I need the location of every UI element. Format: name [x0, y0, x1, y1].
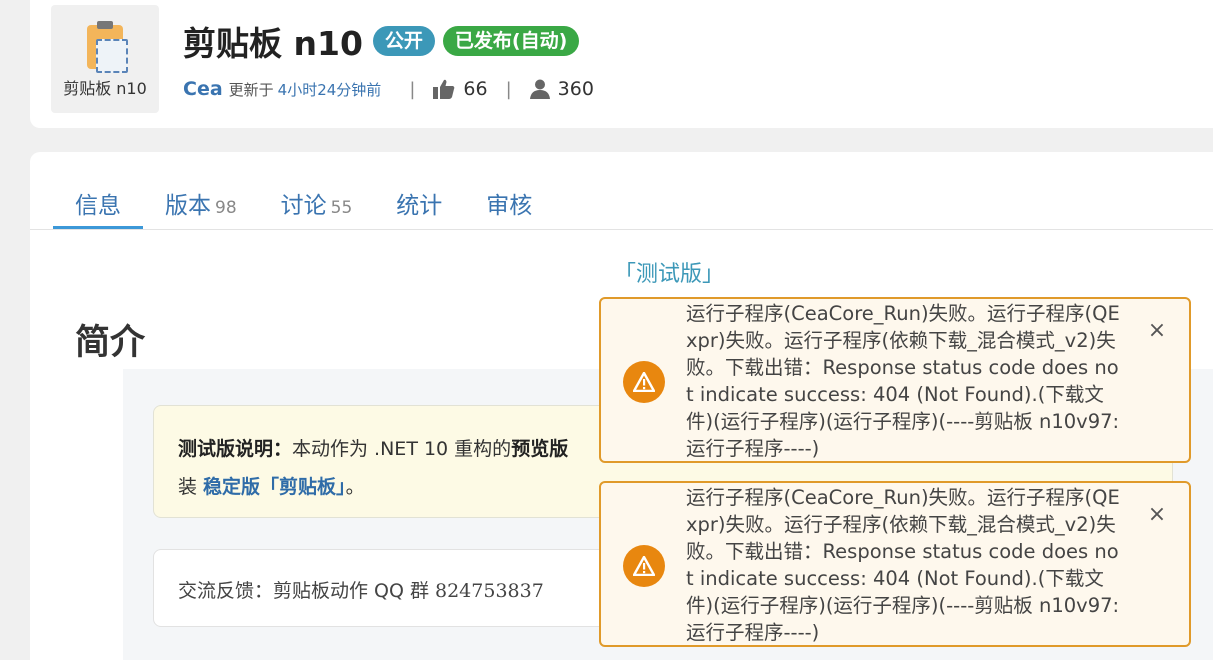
- public-badge: 公开: [372, 26, 435, 56]
- title-row: 剪贴板 n10 公开 已发布(自动): [183, 18, 587, 64]
- meta-row: Cea 更新于 4小时24分钟前 | 66 | 360: [183, 74, 594, 104]
- beta-note-label: 测试版说明：: [178, 438, 293, 460]
- tab-review[interactable]: 审核: [464, 178, 554, 229]
- page-title: 剪贴板 n10: [183, 24, 363, 63]
- section-title: 简介: [75, 323, 146, 363]
- qq-number: 824753837: [435, 580, 544, 602]
- beta-note-bold: 预览版: [511, 438, 569, 460]
- app-icon-label: 剪贴板 n10: [63, 79, 147, 98]
- author-link[interactable]: Cea: [183, 78, 223, 100]
- close-icon[interactable]: ×: [1147, 320, 1167, 342]
- app-icon-tile[interactable]: 剪贴板 n10: [51, 5, 159, 113]
- tab-versions-count: 98: [215, 198, 237, 218]
- tab-stats-label: 统计: [396, 193, 443, 219]
- like-stat[interactable]: 66: [433, 78, 488, 100]
- tab-discussion-label: 讨论: [280, 193, 327, 219]
- stable-version-link[interactable]: 稳定版「剪贴板」: [203, 476, 346, 498]
- tab-review-label: 审核: [486, 193, 533, 219]
- user-icon: [529, 79, 550, 99]
- tab-info[interactable]: 信息: [53, 178, 143, 229]
- thumbs-up-icon: [433, 79, 455, 99]
- tab-discussion-count: 55: [330, 198, 353, 218]
- user-count: 360: [557, 78, 594, 100]
- tab-discussion[interactable]: 讨论 55: [259, 178, 375, 229]
- tab-versions-label: 版本: [165, 193, 211, 219]
- tab-versions[interactable]: 版本 98: [143, 178, 259, 229]
- clipboard-clip: [97, 21, 113, 29]
- warning-icon: [623, 545, 665, 587]
- user-stat: 360: [529, 78, 594, 100]
- beta-note-line2-suffix: 。: [345, 476, 365, 498]
- feedback-text: 交流反馈：剪贴板动作 QQ 群: [178, 580, 429, 602]
- meta-separator-2: |: [505, 78, 512, 100]
- tab-bar: 信息 版本 98 讨论 55 统计 审核: [53, 178, 554, 230]
- clipboard-paper: [96, 39, 128, 73]
- beta-note-line2-prefix: 装: [178, 476, 204, 498]
- updated-prefix: 更新于: [228, 80, 274, 99]
- toast-message: 运行子程序(CeaCore_Run)失败。运行子程序(QExpr)失败。运行子程…: [686, 486, 1120, 644]
- like-count: 66: [463, 78, 488, 100]
- error-toast: 运行子程序(CeaCore_Run)失败。运行子程序(QExpr)失败。运行子程…: [599, 297, 1191, 463]
- error-toast: 运行子程序(CeaCore_Run)失败。运行子程序(QExpr)失败。运行子程…: [599, 481, 1191, 647]
- close-icon[interactable]: ×: [1147, 504, 1167, 526]
- tab-divider: [30, 229, 1213, 230]
- meta-separator: |: [409, 78, 416, 100]
- tab-stats[interactable]: 统计: [374, 178, 464, 229]
- warning-icon: [623, 361, 665, 403]
- tab-info-label: 信息: [75, 193, 121, 219]
- toast-message: 运行子程序(CeaCore_Run)失败。运行子程序(QExpr)失败。运行子程…: [686, 302, 1120, 460]
- beta-note-text: 本动作为 .NET 10 重构的: [292, 438, 512, 460]
- beta-tag: 「测试版」: [614, 262, 725, 287]
- published-badge: 已发布(自动): [442, 26, 580, 56]
- updated-time: 4小时24分钟前: [277, 80, 382, 99]
